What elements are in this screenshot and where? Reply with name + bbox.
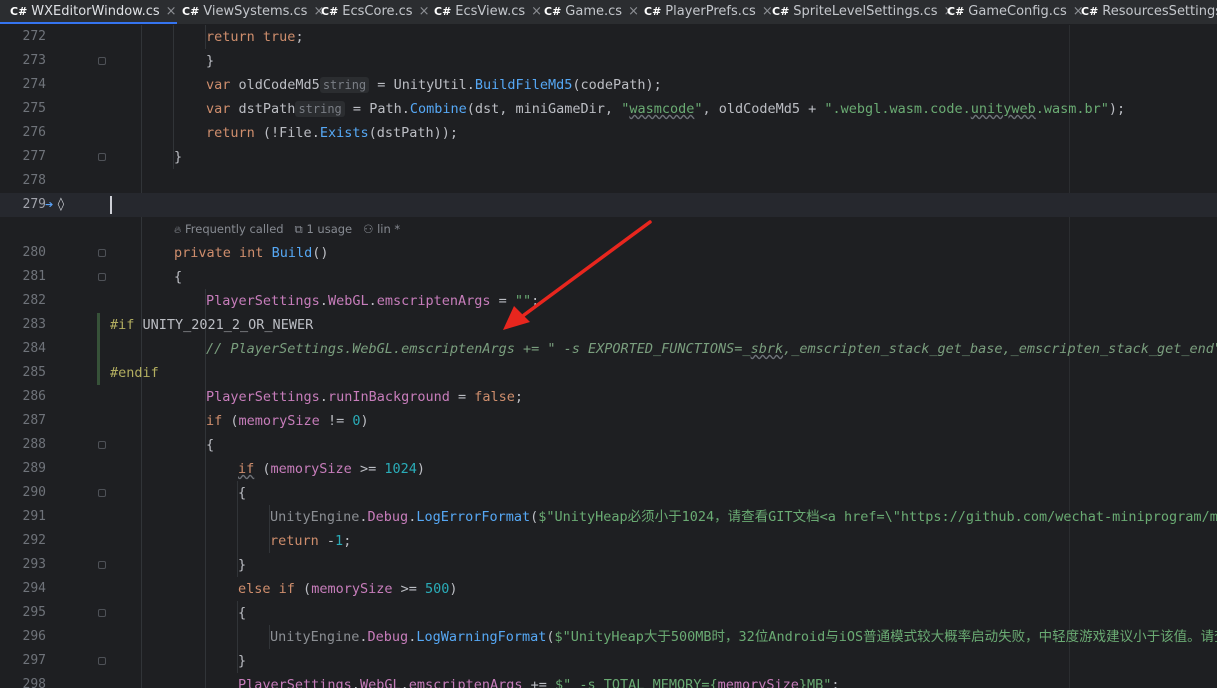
- annotation-arrow-shaft: [522, 220, 652, 317]
- annotation-arrow-head: [503, 306, 530, 330]
- annotation-arrow: [503, 220, 652, 330]
